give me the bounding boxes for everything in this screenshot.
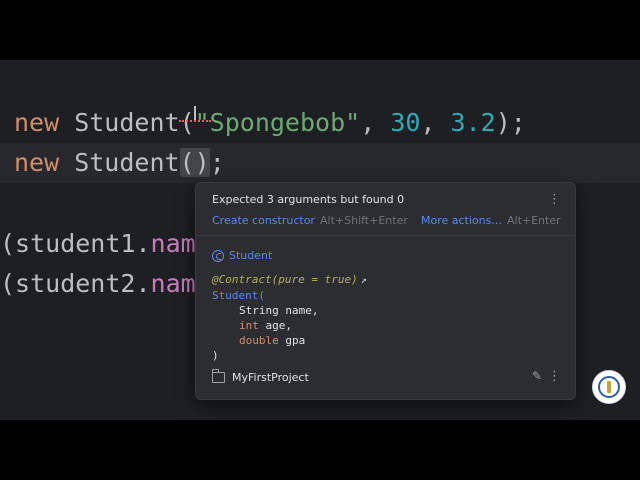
popup-header: Expected 3 arguments but found 0 ⋮ Creat…	[196, 183, 575, 236]
doc-class-link[interactable]: Student	[212, 249, 272, 262]
field-reference: nam	[150, 229, 196, 258]
empty-arguments[interactable]: ()	[179, 148, 210, 177]
logo-emblem	[598, 376, 620, 398]
code-line-1[interactable]: new Student("Spongebob", 30, 3.2);	[14, 105, 526, 141]
class-name: Student	[59, 148, 180, 177]
number-literal-gpa: 3.2	[450, 108, 496, 137]
project-footer[interactable]: MyFirstProject	[212, 369, 309, 384]
letterbox-top	[0, 0, 640, 60]
code-line-4[interactable]: (student2.nam	[0, 266, 196, 302]
code-line-3[interactable]: (student1.nam	[0, 226, 196, 262]
code-text: (student1.	[0, 229, 151, 258]
create-constructor-shortcut: Alt+Shift+Enter	[320, 214, 408, 227]
param-gpa: double gpa	[239, 333, 305, 348]
folder-icon	[212, 369, 225, 383]
more-vertical-icon[interactable]: ⋮	[548, 369, 561, 384]
field-reference: nam	[150, 269, 196, 298]
project-name: MyFirstProject	[232, 371, 309, 384]
number-literal-age: 30	[390, 108, 421, 137]
param-name: String name,	[239, 303, 319, 318]
statement-end: ;	[209, 148, 225, 177]
code-line-2[interactable]: new Student();	[14, 145, 225, 181]
string-literal: "Spongebob"	[194, 108, 361, 137]
constructor-signature[interactable]: Student(	[212, 288, 265, 303]
statement-end: );	[495, 108, 526, 137]
param-ident: gpa	[278, 334, 306, 347]
doc-class-name: Student	[229, 249, 273, 262]
class-icon	[212, 249, 224, 262]
channel-logo	[592, 370, 626, 404]
external-link-icon[interactable]: ↗	[361, 275, 367, 286]
separator: ,	[420, 108, 451, 137]
error-message: Expected 3 arguments but found 0	[212, 193, 405, 206]
text-caret	[194, 106, 196, 120]
error-popup: Expected 3 arguments but found 0 ⋮ Creat…	[195, 182, 576, 400]
param-ident: age,	[258, 319, 292, 332]
separator: ,	[360, 108, 391, 137]
param-type: String	[239, 304, 279, 317]
param-age: int age,	[239, 318, 292, 333]
create-constructor-link[interactable]: Create constructor	[212, 214, 315, 227]
annotation-text: @Contract(pure = true)	[212, 273, 358, 286]
more-actions-shortcut: Alt+Enter	[507, 214, 561, 227]
keyword-new: new	[14, 148, 60, 177]
letterbox-bottom	[0, 420, 640, 480]
keyword-new: new	[14, 108, 60, 137]
signature-close: )	[212, 349, 219, 362]
contract-annotation: @Contract(pure = true) ↗	[212, 272, 367, 288]
param-ident: name,	[278, 304, 319, 317]
edit-icon[interactable]: ✎	[532, 369, 542, 383]
more-vertical-icon[interactable]: ⋮	[548, 192, 561, 207]
class-name: Student(	[59, 108, 195, 137]
code-text: (student2.	[0, 269, 151, 298]
more-actions-link[interactable]: More actions...	[421, 214, 502, 227]
param-type: int	[239, 319, 259, 332]
param-type: double	[239, 334, 279, 347]
